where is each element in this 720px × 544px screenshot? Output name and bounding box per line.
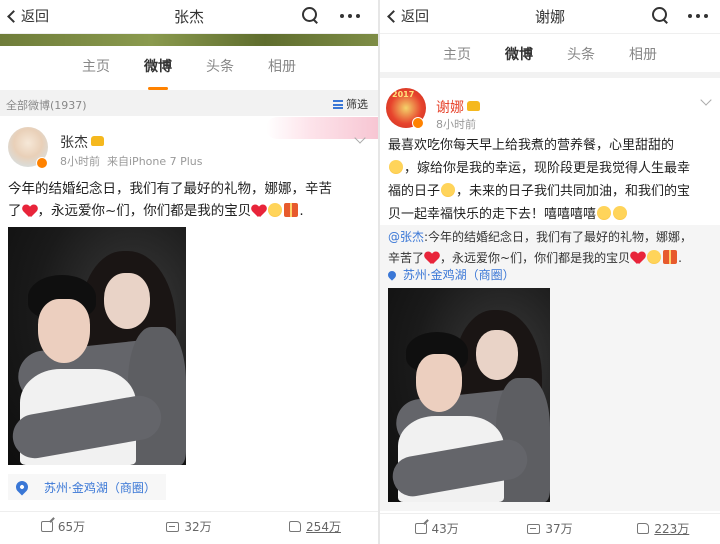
tab-weibo[interactable]: 微博 [144, 46, 172, 90]
tab-album[interactable]: 相册 [268, 46, 296, 82]
post-text: 今年的结婚纪念日，我们有了最好的礼物，娜娜，辛苦 了，永远爱你~们，你们都是我的… [8, 181, 332, 219]
tab-headlines[interactable]: 头条 [567, 34, 595, 70]
avatar-caption: 2017 [392, 90, 415, 99]
thumbs-up-icon [637, 523, 650, 534]
search-icon[interactable] [302, 7, 318, 23]
post-source: 来自iPhone 7 Plus [107, 155, 203, 168]
top-nav-bar: 返回 谢娜 [380, 0, 720, 34]
like-button[interactable]: 254万 [252, 512, 378, 541]
blush-emoji-icon [441, 183, 456, 197]
grin-emoji-icon [613, 206, 628, 220]
tab-home[interactable]: 主页 [82, 46, 110, 82]
heart-emoji-icon [252, 204, 266, 217]
comment-icon [166, 521, 180, 532]
left-weibo-screen: 返回 张杰 主页 微博 头条 相册 全部微博(1937) 筛选 张杰 8小时前 … [0, 0, 378, 544]
heart-emoji-icon [425, 251, 439, 264]
more-icon[interactable] [340, 14, 360, 18]
location-pin-icon [386, 269, 398, 281]
profile-cover-image [0, 34, 378, 46]
section-divider [380, 72, 720, 78]
post-count-label: 全部微博(1937) [6, 99, 87, 112]
filter-bar: 全部微博(1937) 筛选 [0, 90, 378, 116]
comment-button[interactable]: 37万 [493, 514, 606, 543]
tab-album[interactable]: 相册 [629, 34, 657, 70]
filter-label: 筛选 [346, 98, 368, 111]
post-author[interactable]: 张杰 [60, 132, 104, 152]
filter-button[interactable]: 筛选 [333, 96, 368, 112]
page-title: 谢娜 [534, 8, 565, 26]
vip-crown-icon [467, 101, 480, 111]
repost-count: 43万 [431, 522, 459, 536]
right-weibo-screen: 返回 谢娜 主页 微博 头条 相册 2017 谢娜 8小时前 最喜欢吃你每天早上… [378, 0, 720, 544]
post-meta: 8小时前 来自iPhone 7 Plus [60, 153, 203, 169]
comment-icon [527, 523, 541, 534]
chevron-down-icon[interactable] [700, 94, 712, 106]
search-icon[interactable] [652, 7, 668, 23]
like-count: 223万 [654, 522, 690, 536]
repost-icon [414, 523, 427, 534]
page-title: 张杰 [173, 8, 204, 26]
smile-emoji-icon [389, 160, 403, 174]
mention-link[interactable]: @张杰 [388, 230, 424, 244]
original-post-text: @张杰:今年的结婚纪念日，我们有了最好的礼物，娜娜， 辛苦了 ，永远爱你~们，你们… [388, 230, 693, 265]
verified-badge-icon [36, 157, 48, 169]
heart-emoji-icon [23, 204, 37, 217]
repost-card[interactable]: @张杰:今年的结婚纪念日，我们有了最好的礼物，娜娜， 辛苦了 ，永远爱你~们，你们… [380, 225, 720, 511]
heart-emoji-icon [631, 251, 645, 264]
repost-icon [40, 521, 53, 532]
smile-emoji-icon [647, 250, 662, 264]
post-time: 8小时前 [436, 118, 476, 131]
comment-count: 37万 [545, 522, 573, 536]
gift-emoji-icon [663, 250, 678, 264]
repost-button[interactable]: 43万 [380, 514, 493, 543]
like-button[interactable]: 223万 [607, 514, 720, 543]
location-tag[interactable]: 苏州·金鸡湖（商圈） [8, 474, 166, 500]
filter-icon [333, 99, 343, 109]
profile-tabs: 主页 微博 头条 相册 [0, 46, 378, 90]
post-actions: 65万 32万 254万 [0, 511, 378, 541]
location-link[interactable]: 苏州·金鸡湖（商圈） [386, 266, 515, 283]
comment-count: 32万 [184, 520, 212, 534]
repost-button[interactable]: 65万 [0, 512, 126, 541]
smile-emoji-icon [268, 203, 283, 217]
tab-weibo[interactable]: 微博 [505, 34, 533, 78]
grin-emoji-icon [597, 206, 612, 220]
vip-crown-icon [91, 136, 104, 146]
profile-tabs: 主页 微博 头条 相册 [380, 34, 720, 78]
post-author[interactable]: 谢娜 [436, 97, 480, 117]
post-photo[interactable] [388, 288, 550, 502]
like-count: 254万 [306, 520, 341, 534]
verified-badge-icon [412, 117, 424, 129]
post-time: 8小时前 [60, 155, 100, 168]
repost-count: 65万 [57, 520, 86, 534]
top-nav-bar: 返回 张杰 [0, 0, 378, 34]
tab-headlines[interactable]: 头条 [206, 46, 234, 82]
thumbs-up-icon [289, 521, 302, 532]
post-text: 最喜欢吃你每天早上给我煮的营养餐，心里甜甜的 ，嫁给你是我的幸运，现阶段更是我觉… [388, 138, 691, 222]
gift-emoji-icon [284, 203, 299, 217]
location-label: 苏州·金鸡湖（商圈） [402, 268, 515, 282]
location-pin-icon [13, 478, 31, 496]
post-photo[interactable] [8, 227, 186, 465]
comment-button[interactable]: 32万 [126, 512, 252, 541]
more-icon[interactable] [688, 14, 708, 18]
tab-home[interactable]: 主页 [443, 34, 471, 70]
location-label: 苏州·金鸡湖（商圈） [44, 480, 156, 495]
post-actions: 43万 37万 223万 [380, 513, 720, 543]
